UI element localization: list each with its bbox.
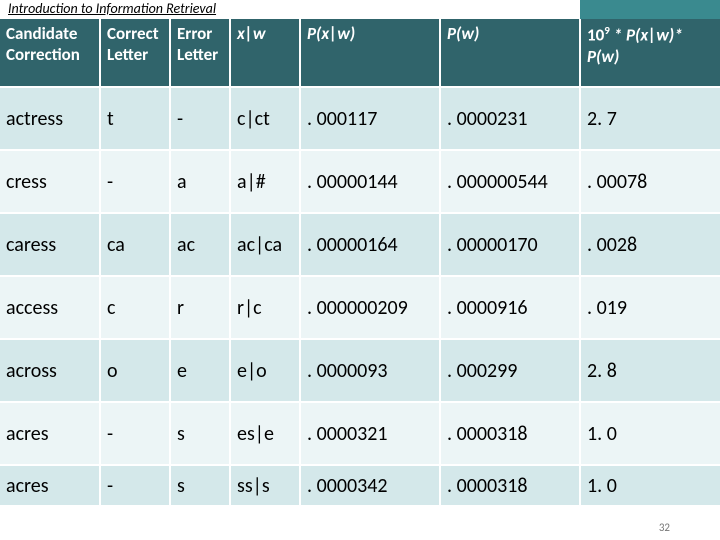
cell-candidate: actress xyxy=(0,87,100,150)
cell-pw: . 00000170 xyxy=(440,213,580,276)
cell-correct: ca xyxy=(100,213,170,276)
cell-pxw: . 00000164 xyxy=(300,213,440,276)
cell-xw: c|ct xyxy=(230,87,300,150)
cell-prod: . 019 xyxy=(580,276,720,339)
cell-error: s xyxy=(170,465,230,505)
table-header-row: Candidate Correction Correct Letter Erro… xyxy=(0,19,720,87)
cell-prod: 1. 0 xyxy=(580,402,720,465)
col-product: 109 * P(x|w)* P(w) xyxy=(580,19,720,87)
col-product-pre: 10 xyxy=(587,25,604,46)
cell-pxw: . 000000209 xyxy=(300,276,440,339)
table-row: caress ca ac ac|ca . 00000164 . 00000170… xyxy=(0,213,720,276)
cell-correct: t xyxy=(100,87,170,150)
col-p-x-given-w: P(x|w) xyxy=(300,19,440,87)
cell-error: r xyxy=(170,276,230,339)
cell-xw: a|# xyxy=(230,150,300,213)
cell-prod: . 00078 xyxy=(580,150,720,213)
cell-candidate: cress xyxy=(0,150,100,213)
cell-correct: - xyxy=(100,465,170,505)
table-row: across o e e|o . 0000093 . 000299 2. 8 xyxy=(0,339,720,402)
cell-pw: . 0000231 xyxy=(440,87,580,150)
cell-pw: . 000000544 xyxy=(440,150,580,213)
cell-correct: c xyxy=(100,276,170,339)
cell-pxw: . 0000321 xyxy=(300,402,440,465)
candidates-table: Candidate Correction Correct Letter Erro… xyxy=(0,19,720,505)
cell-pw: . 0000318 xyxy=(440,402,580,465)
cell-xw: ac|ca xyxy=(230,213,300,276)
cell-correct: o xyxy=(100,339,170,402)
table-row: actress t - c|ct . 000117 . 0000231 2. 7 xyxy=(0,87,720,150)
cell-prod: 2. 7 xyxy=(580,87,720,150)
cell-error: ac xyxy=(170,213,230,276)
cell-xw: e|o xyxy=(230,339,300,402)
cell-candidate: caress xyxy=(0,213,100,276)
cell-candidate: across xyxy=(0,339,100,402)
cell-pxw: . 00000144 xyxy=(300,150,440,213)
table-row: acres - s es|e . 0000321 . 0000318 1. 0 xyxy=(0,402,720,465)
cell-correct: - xyxy=(100,402,170,465)
cell-error: s xyxy=(170,402,230,465)
cell-candidate: acres xyxy=(0,465,100,505)
col-error-letter: Error Letter xyxy=(170,19,230,87)
cell-pxw: . 000117 xyxy=(300,87,440,150)
cell-candidate: access xyxy=(0,276,100,339)
page-number: 32 xyxy=(659,521,670,534)
cell-candidate: acres xyxy=(0,402,100,465)
col-correct-letter: Correct Letter xyxy=(100,19,170,87)
cell-xw: r|c xyxy=(230,276,300,339)
cell-pxw: . 0000093 xyxy=(300,339,440,402)
col-p-w: P(w) xyxy=(440,19,580,87)
cell-prod: 2. 8 xyxy=(580,339,720,402)
col-candidate: Candidate Correction xyxy=(0,19,100,87)
cell-pw: . 0000916 xyxy=(440,276,580,339)
table-row: cress - a a|# . 00000144 . 000000544 . 0… xyxy=(0,150,720,213)
cell-pw: . 0000318 xyxy=(440,465,580,505)
cell-pxw: . 0000342 xyxy=(300,465,440,505)
cell-prod: 1. 0 xyxy=(580,465,720,505)
cell-error: e xyxy=(170,339,230,402)
cell-prod: . 0028 xyxy=(580,213,720,276)
table-row: acres - s ss|s . 0000342 . 0000318 1. 0 xyxy=(0,465,720,505)
col-x-given-w: x|w xyxy=(230,19,300,87)
table-body: actress t - c|ct . 000117 . 0000231 2. 7… xyxy=(0,87,720,505)
cell-error: a xyxy=(170,150,230,213)
cell-correct: - xyxy=(100,150,170,213)
cell-error: - xyxy=(170,87,230,150)
cell-xw: es|e xyxy=(230,402,300,465)
breadcrumb: Introduction to Information Retrieval xyxy=(8,0,216,18)
cell-xw: ss|s xyxy=(230,465,300,505)
table-row: access c r r|c . 000000209 . 0000916 . 0… xyxy=(0,276,720,339)
cell-pw: . 000299 xyxy=(440,339,580,402)
